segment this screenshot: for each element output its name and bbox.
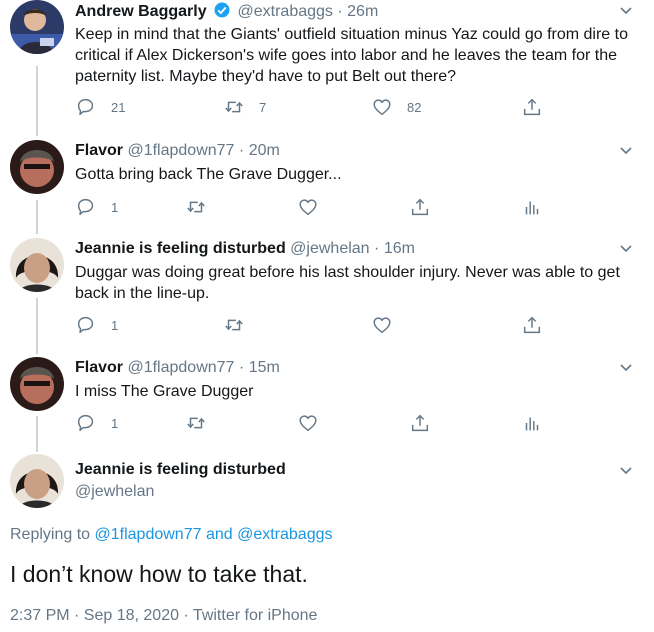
replying-to: Replying to @1flapdown77 and @extrabaggs — [10, 526, 333, 544]
tweet-timestamp[interactable]: 2:37 PM · Sep 18, 2020 · Twitter for iPh… — [10, 607, 317, 625]
retweet-button[interactable] — [185, 412, 207, 434]
like-button[interactable]: 82 — [371, 96, 421, 118]
replying-prefix: Replying to — [10, 526, 91, 543]
reply-icon — [77, 198, 94, 216]
separator-dot: · — [238, 359, 245, 376]
retweet-icon — [187, 417, 205, 429]
like-icon — [373, 99, 391, 116]
replying-and[interactable]: and — [206, 526, 233, 543]
reply-count: 1 — [111, 317, 119, 333]
tweet-time[interactable]: 15m — [249, 359, 280, 376]
tweet[interactable]: Flavor @1flapdown77 · 15m I miss The Gra… — [0, 357, 654, 447]
tweet-header: Flavor @1flapdown77 · 20m — [75, 141, 280, 161]
chevron-down-icon[interactable] — [618, 142, 634, 158]
like-button[interactable] — [297, 196, 319, 218]
reply-icon — [77, 414, 94, 432]
display-name[interactable]: Jeannie is feeling disturbed — [75, 460, 286, 480]
tweet-text: Duggar was doing great before his last s… — [75, 264, 620, 302]
display-name[interactable]: Flavor — [75, 359, 123, 376]
tweet[interactable]: Andrew Baggarly @extrabaggs · 26m Keep i… — [0, 0, 654, 130]
mention-link[interactable]: @extrabaggs — [237, 526, 332, 543]
share-button[interactable] — [521, 314, 543, 336]
retweet-count: 7 — [259, 99, 267, 115]
chevron-down-icon[interactable] — [618, 240, 634, 256]
like-button[interactable] — [297, 412, 319, 434]
avatar[interactable] — [10, 140, 64, 194]
separator-dot: · — [238, 142, 245, 159]
retweet-icon — [225, 101, 243, 113]
tweet-time[interactable]: 16m — [384, 240, 415, 257]
analytics-button[interactable] — [521, 412, 543, 434]
like-icon — [299, 199, 317, 216]
tweet-actions: 1 — [75, 412, 555, 434]
separator-dot: · — [374, 240, 380, 257]
chevron-down-icon[interactable] — [618, 2, 634, 18]
retweet-button[interactable] — [223, 314, 245, 336]
share-button[interactable] — [409, 412, 431, 434]
reply-button[interactable]: 21 — [75, 96, 125, 118]
tweet-actions: 21 7 82 — [75, 96, 555, 118]
tweet[interactable]: Jeannie is feeling disturbed @jewhelan ·… — [0, 238, 654, 338]
avatar[interactable] — [10, 0, 64, 54]
display-name[interactable]: Flavor — [75, 142, 123, 159]
share-button[interactable] — [521, 96, 543, 118]
retweet-button[interactable] — [185, 196, 207, 218]
mention-link[interactable]: @1flapdown77 — [95, 526, 202, 543]
share-icon — [523, 98, 541, 116]
analytics-icon — [525, 200, 539, 216]
like-count: 82 — [407, 99, 422, 115]
like-button[interactable] — [371, 314, 393, 336]
tweet-header: Andrew Baggarly @extrabaggs · 26m — [75, 1, 378, 25]
analytics-button[interactable] — [521, 196, 543, 218]
user-handle[interactable]: @jewhelan — [75, 482, 286, 502]
tweet-text: Keep in mind that the Giants' outfield s… — [75, 26, 628, 85]
user-handle[interactable]: @1flapdown77 — [127, 142, 234, 159]
chevron-down-icon[interactable] — [618, 359, 634, 375]
reply-count: 1 — [111, 415, 119, 431]
separator-dot: · — [337, 3, 343, 20]
tweet[interactable]: Flavor @1flapdown77 · 20m Gotta bring ba… — [0, 140, 654, 230]
share-button[interactable] — [409, 196, 431, 218]
reply-count: 1 — [111, 199, 119, 215]
reply-button[interactable]: 1 — [75, 314, 118, 336]
like-icon — [373, 317, 391, 334]
like-icon — [299, 415, 317, 432]
tweet-header: Flavor @1flapdown77 · 15m — [75, 358, 280, 378]
reply-icon — [77, 316, 94, 334]
avatar[interactable] — [10, 238, 64, 292]
share-icon — [523, 316, 541, 334]
tweet-text: I miss The Grave Dugger — [75, 383, 254, 400]
user-handle[interactable]: @extrabaggs — [238, 3, 333, 20]
tweet-text: Gotta bring back The Grave Dugger... — [75, 166, 342, 183]
verified-badge-icon — [213, 1, 231, 25]
tweet-actions: 1 — [75, 314, 555, 336]
tweet-header: Jeannie is feeling disturbed @jewhelan — [75, 460, 286, 502]
reply-button[interactable]: 1 — [75, 196, 118, 218]
user-handle[interactable]: @jewhelan — [290, 240, 369, 257]
user-handle[interactable]: @1flapdown77 — [127, 359, 234, 376]
retweet-icon — [225, 319, 243, 331]
focused-tweet-text: I don’t know how to take that. — [10, 561, 308, 587]
tweet-actions: 1 — [75, 196, 555, 218]
avatar[interactable] — [10, 357, 64, 411]
display-name[interactable]: Andrew Baggarly — [75, 3, 207, 20]
retweet-icon — [187, 201, 205, 213]
avatar[interactable] — [10, 454, 64, 508]
share-icon — [411, 414, 429, 432]
tweet-time[interactable]: 26m — [347, 3, 378, 20]
tweet-time[interactable]: 20m — [249, 142, 280, 159]
reply-icon — [77, 98, 94, 116]
analytics-icon — [525, 416, 539, 432]
reply-button[interactable]: 1 — [75, 412, 118, 434]
retweet-button[interactable]: 7 — [223, 96, 266, 118]
chevron-down-icon[interactable] — [618, 462, 634, 478]
display-name[interactable]: Jeannie is feeling disturbed — [75, 240, 286, 257]
reply-count: 21 — [111, 99, 126, 115]
share-icon — [411, 198, 429, 216]
tweet-header: Jeannie is feeling disturbed @jewhelan ·… — [75, 239, 415, 259]
